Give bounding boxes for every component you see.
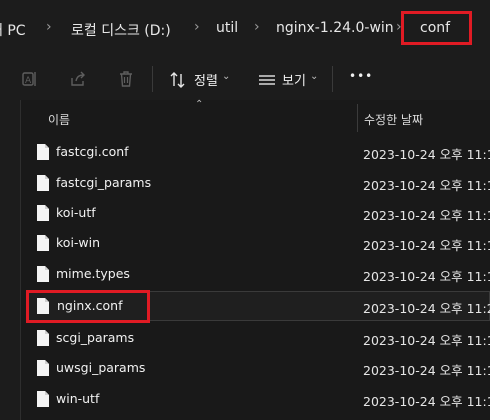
file-icon [37, 391, 49, 407]
highlight-box-nginx-conf [26, 290, 150, 323]
toolbar-divider [332, 66, 333, 92]
breadcrumb-local-disk[interactable]: 로컬 디스크 (D:) [71, 20, 171, 40]
file-name: koi-win [56, 235, 101, 250]
file-date: 2023-10-24 오후 11:19 [363, 394, 490, 409]
file-date: 2023-10-24 오후 11:19 [363, 333, 490, 348]
file-icon [37, 235, 49, 251]
file-row[interactable]: win-utf 2023-10-24 오후 11:19 [26, 384, 490, 414]
column-divider[interactable] [357, 104, 358, 132]
breadcrumb-nginx[interactable]: nginx-1.24.0-win [276, 20, 394, 36]
file-name: fastcgi.conf [56, 144, 129, 159]
file-icon [37, 205, 49, 221]
file-row[interactable]: mime.types 2023-10-24 오후 11:19 [26, 259, 490, 289]
chevron-right-icon[interactable]: › [194, 19, 200, 35]
breadcrumb-this-pc[interactable]: 내 PC [0, 20, 26, 40]
chevron-down-icon[interactable]: ⌄ [222, 71, 230, 82]
pane-divider[interactable] [20, 100, 21, 420]
file-name: fastcgi_params [56, 175, 152, 190]
file-name: scgi_params [56, 330, 135, 345]
file-date: 2023-10-24 오후 11:19 [363, 238, 490, 253]
file-date: 2023-10-24 오후 11:19 [363, 147, 490, 162]
svg-text:A: A [25, 76, 32, 86]
file-date: 2023-10-24 오후 11:19 [363, 363, 490, 378]
file-date: 2023-10-24 오후 11:19 [363, 269, 490, 284]
file-icon [37, 144, 49, 160]
address-bar: 내 PC › 로컬 디스크 (D:) › util › nginx-1.24.0… [0, 0, 490, 58]
file-name: uwsgi_params [56, 360, 146, 375]
column-header-name[interactable]: 이름 [48, 111, 70, 128]
toolbar-divider [152, 66, 153, 92]
chevron-right-icon[interactable]: › [254, 19, 260, 35]
chevron-down-icon[interactable]: ⌄ [310, 71, 318, 82]
delete-icon[interactable] [116, 69, 136, 89]
file-row[interactable]: fastcgi_params 2023-10-24 오후 11:19 [26, 168, 490, 198]
file-icon [37, 175, 49, 191]
file-row[interactable]: fastcgi.conf 2023-10-24 오후 11:19 [26, 137, 490, 167]
rename-icon[interactable]: A [20, 69, 40, 89]
file-icon [37, 330, 49, 346]
file-icon [37, 360, 49, 376]
file-row[interactable]: koi-utf 2023-10-24 오후 11:19 [26, 198, 490, 228]
file-date: 2023-10-24 오후 11:26 [363, 301, 490, 316]
file-name: mime.types [56, 266, 130, 281]
column-header-date-modified[interactable]: 수정한 날짜 [364, 111, 423, 128]
sort-icon[interactable] [168, 70, 188, 90]
sort-button[interactable]: 정렬 [194, 70, 218, 89]
view-button[interactable]: 보기 [282, 70, 306, 89]
highlight-box-conf [401, 11, 472, 45]
file-date: 2023-10-24 오후 11:19 [363, 208, 490, 223]
file-icon [37, 266, 49, 282]
file-row[interactable]: koi-win 2023-10-24 오후 11:19 [26, 228, 490, 258]
share-icon[interactable] [68, 69, 88, 89]
command-bar: A 정렬 ⌄ 보기 ⌄ ••• [0, 58, 490, 100]
navigation-pane[interactable] [0, 100, 20, 420]
more-options-button[interactable]: ••• [349, 69, 373, 83]
breadcrumb-util[interactable]: util [216, 20, 238, 36]
file-row[interactable]: scgi_params 2023-10-24 오후 11:19 [26, 323, 490, 353]
view-icon[interactable] [257, 70, 277, 90]
file-name: win-utf [56, 391, 100, 406]
chevron-right-icon[interactable]: › [46, 19, 52, 35]
sort-ascending-icon: ⌃ [195, 99, 204, 110]
file-name: koi-utf [56, 205, 96, 220]
file-row[interactable]: uwsgi_params 2023-10-24 오후 11:19 [26, 353, 490, 383]
file-date: 2023-10-24 오후 11:19 [363, 178, 490, 193]
